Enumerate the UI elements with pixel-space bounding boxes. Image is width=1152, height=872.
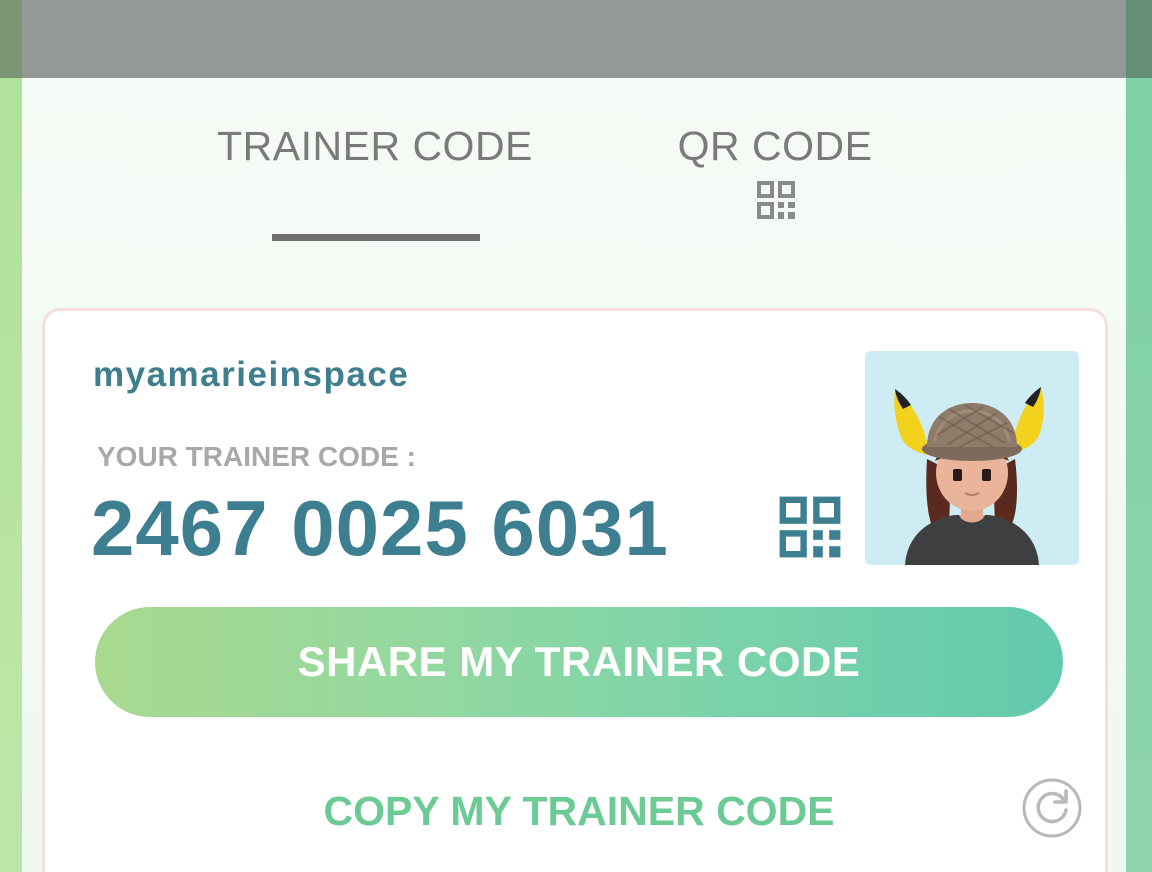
trainer-card: myamarieinspace YOUR TRAINER CODE : 2467… [42,308,1108,872]
active-tab-underline [272,234,480,241]
trainer-code-value: 2467 0025 6031 [91,484,669,572]
copy-trainer-code-button[interactable]: COPY MY TRAINER CODE [95,781,1063,841]
refresh-icon[interactable] [1021,777,1083,839]
tab-qr-code-label: QR CODE [677,123,873,169]
left-edge [0,0,22,872]
right-edge [1126,0,1152,872]
trainer-avatar[interactable] [865,351,1079,565]
trainer-code-label: YOUR TRAINER CODE : [97,441,416,472]
top-overlay-bar [0,0,1152,78]
trainer-avatar-image [894,387,1044,565]
qr-code-icon[interactable] [778,495,842,559]
share-trainer-code-button[interactable]: SHARE MY TRAINER CODE [95,607,1063,717]
tab-qr-code[interactable]: QR CODE [640,118,910,248]
tab-trainer-code-label: TRAINER CODE [217,123,533,169]
qr-code-icon [757,181,795,219]
trainer-username: myamarieinspace [93,355,410,394]
tab-trainer-code[interactable]: TRAINER CODE [205,118,545,248]
